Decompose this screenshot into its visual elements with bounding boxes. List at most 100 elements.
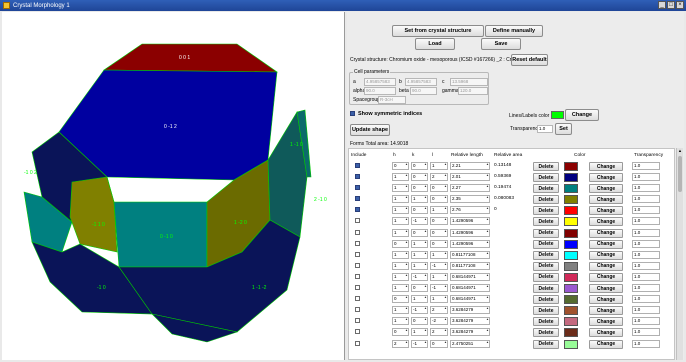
c-field[interactable]: 13.5968 (450, 78, 488, 86)
relative-length-spinbox[interactable]: 2.4750251▲▼ (450, 339, 490, 348)
k-spinbox[interactable]: 1▲▼ (411, 195, 428, 204)
color-change-button[interactable]: Change (589, 173, 623, 183)
k-spinbox[interactable]: 0▲▼ (411, 162, 428, 170)
scroll-up-icon[interactable]: ▲ (677, 148, 683, 154)
relative-length-spinbox[interactable]: 0.68144971▲▼ (450, 284, 490, 293)
color-change-button[interactable]: Change (589, 228, 623, 238)
include-checkbox[interactable] (355, 285, 360, 291)
delete-button[interactable]: Delete (533, 173, 559, 183)
color-change-button[interactable]: Change (589, 184, 623, 194)
color-change-button[interactable]: Change (589, 206, 623, 216)
h-spinbox[interactable]: 0▲▼ (392, 162, 409, 170)
transparency-field[interactable]: 1.0 (632, 295, 660, 304)
alpha-field[interactable]: 90.0 (364, 87, 396, 95)
spacegroup-field[interactable]: R-3cH (378, 96, 406, 104)
l-spinbox[interactable]: 0▲▼ (430, 228, 448, 237)
include-checkbox[interactable] (355, 340, 360, 346)
reset-default-button[interactable]: Reset default (511, 54, 548, 66)
close-button[interactable]: × (676, 1, 684, 9)
delete-button[interactable]: Delete (533, 206, 559, 216)
k-spinbox[interactable]: 0▲▼ (411, 284, 428, 293)
set-transparency-button[interactable]: Set (555, 123, 572, 135)
transparency-field[interactable]: 1.0 (632, 206, 660, 215)
color-change-button[interactable]: Change (589, 328, 623, 338)
transparency-field[interactable]: 1.0 (632, 184, 660, 193)
l-spinbox[interactable]: 0▲▼ (430, 239, 448, 248)
include-checkbox[interactable] (355, 163, 360, 168)
k-spinbox[interactable]: 0▲▼ (411, 206, 428, 215)
h-spinbox[interactable]: 0▲▼ (392, 239, 409, 248)
b-field[interactable]: 4.95857583 (405, 78, 437, 86)
k-spinbox[interactable]: -1▲▼ (411, 306, 428, 315)
l-spinbox[interactable]: 1▲▼ (430, 295, 448, 304)
color-change-button[interactable]: Change (589, 250, 623, 260)
delete-button[interactable]: Delete (533, 284, 559, 294)
transparency-field[interactable]: 1.0 (632, 284, 660, 293)
color-change-button[interactable]: Change (589, 239, 623, 249)
delete-button[interactable]: Delete (533, 272, 559, 282)
transparency-field[interactable]: 1.0 (632, 162, 660, 170)
transparency-field[interactable]: 1.0 (632, 173, 660, 182)
set-from-structure-button[interactable]: Set from crystal structure (392, 25, 484, 37)
k-spinbox[interactable]: 1▲▼ (411, 328, 428, 337)
l-spinbox[interactable]: 2▲▼ (430, 306, 448, 315)
load-button[interactable]: Load (415, 38, 455, 50)
l-spinbox[interactable]: 1▲▼ (430, 162, 448, 170)
color-change-button[interactable]: Change (589, 317, 623, 327)
transparency-field[interactable]: 1.0 (632, 328, 660, 337)
l-spinbox[interactable]: -1▲▼ (430, 261, 448, 270)
delete-button[interactable]: Delete (533, 228, 559, 238)
transparency-field[interactable]: 1.0 (632, 272, 660, 281)
l-spinbox[interactable]: -2▲▼ (430, 317, 448, 326)
relative-length-spinbox[interactable]: 0.81177108▲▼ (450, 250, 490, 259)
k-spinbox[interactable]: 1▲▼ (411, 261, 428, 270)
show-symmetric-checkbox[interactable] (350, 111, 355, 116)
transparency-field[interactable]: 1.0 (632, 339, 660, 348)
transparency-field[interactable]: 1.0 (632, 306, 660, 315)
include-checkbox[interactable] (355, 262, 360, 268)
relative-length-spinbox[interactable]: 3.6284279▲▼ (450, 306, 490, 315)
include-checkbox[interactable] (355, 207, 360, 213)
delete-button[interactable]: Delete (533, 184, 559, 194)
l-spinbox[interactable]: 2▲▼ (430, 173, 448, 182)
l-spinbox[interactable]: 0▲▼ (430, 339, 448, 348)
h-spinbox[interactable]: 1▲▼ (392, 195, 409, 204)
l-spinbox[interactable]: 0▲▼ (430, 184, 448, 193)
maximize-button[interactable]: □ (667, 1, 675, 9)
delete-button[interactable]: Delete (533, 306, 559, 316)
include-checkbox[interactable] (355, 307, 360, 313)
transparency-field[interactable]: 1.0 (632, 317, 660, 326)
delete-button[interactable]: Delete (533, 261, 559, 271)
a-field[interactable]: 4.95857583 (364, 78, 396, 86)
delete-button[interactable]: Delete (533, 317, 559, 327)
l-spinbox[interactable]: 0▲▼ (430, 195, 448, 204)
h-spinbox[interactable]: 1▲▼ (392, 206, 409, 215)
h-spinbox[interactable]: 0▲▼ (392, 328, 409, 337)
define-manually-button[interactable]: Define manually (485, 25, 543, 37)
l-spinbox[interactable]: 1▲▼ (430, 250, 448, 259)
h-spinbox[interactable]: 0▲▼ (392, 295, 409, 304)
relative-length-spinbox[interactable]: 2.76▲▼ (450, 206, 490, 215)
minimize-button[interactable]: _ (658, 1, 666, 9)
relative-length-spinbox[interactable]: 1.4290596▲▼ (450, 239, 490, 248)
include-checkbox[interactable] (355, 185, 360, 191)
beta-field[interactable]: 90.0 (410, 87, 437, 95)
delete-button[interactable]: Delete (533, 328, 559, 338)
relative-length-spinbox[interactable]: 3.6284279▲▼ (450, 328, 490, 337)
h-spinbox[interactable]: 1▲▼ (392, 306, 409, 315)
gamma-field[interactable]: 120.0 (458, 87, 488, 95)
color-change-button[interactable]: Change (589, 195, 623, 205)
crystal-3d-viewer[interactable]: 0 0 1 0 -1 2 -1 0 2 1 -1 0 -1 1 0 1 -2 0… (2, 12, 345, 360)
h-spinbox[interactable]: 1▲▼ (392, 317, 409, 326)
color-change-button[interactable]: Change (589, 217, 623, 227)
transparency-field[interactable]: 1.0 (632, 261, 660, 270)
l-spinbox[interactable]: 1▲▼ (430, 206, 448, 215)
save-button[interactable]: Save (481, 38, 521, 50)
delete-button[interactable]: Delete (533, 250, 559, 260)
table-scrollbar[interactable]: ▲ (676, 148, 683, 360)
h-spinbox[interactable]: 1▲▼ (392, 272, 409, 281)
color-change-button[interactable]: Change (589, 261, 623, 271)
color-change-button[interactable]: Change (589, 295, 623, 305)
k-spinbox[interactable]: 0▲▼ (411, 184, 428, 193)
h-spinbox[interactable]: 1▲▼ (392, 173, 409, 182)
